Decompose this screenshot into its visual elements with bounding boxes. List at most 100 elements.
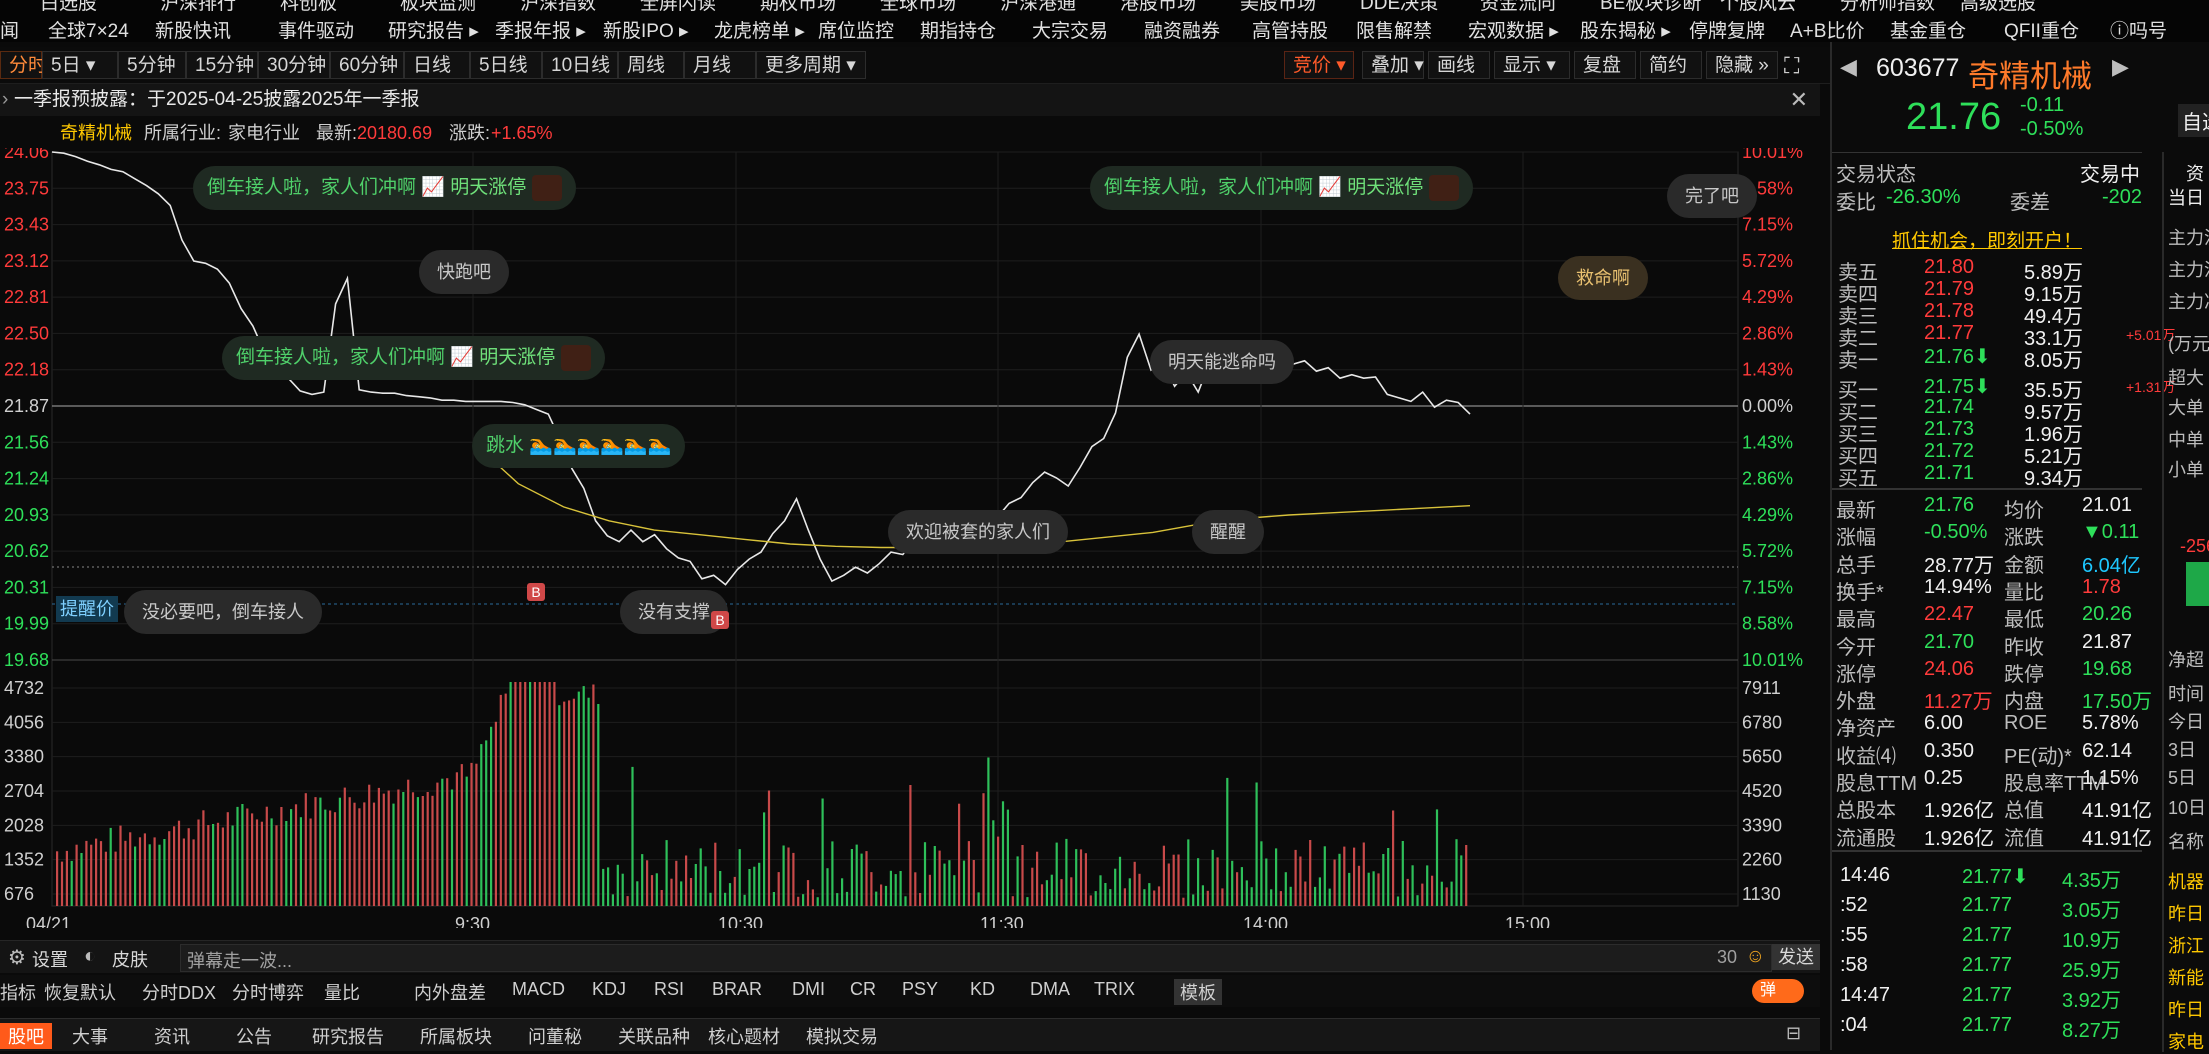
nav-top-item[interactable]: 高级选股 xyxy=(1960,0,2036,15)
indicator-tab[interactable]: PSY xyxy=(902,979,938,1000)
nav-top-item[interactable]: 科创板 xyxy=(280,0,337,15)
nav-top-item[interactable]: 沪深指数 xyxy=(520,0,596,15)
indicator-tab[interactable]: KD xyxy=(970,979,995,1000)
nav-item[interactable]: QFII重仓 xyxy=(2004,16,2079,42)
nav-item[interactable]: 龙虎榜单 ▸ xyxy=(714,16,805,42)
nav-item[interactable]: 限售解禁 xyxy=(1356,16,1432,42)
expand-icon[interactable]: ⊟ xyxy=(1786,1023,1801,1044)
info-tab[interactable]: 核心题材 xyxy=(708,1023,780,1049)
nav-top-item[interactable]: 期权市场 xyxy=(760,0,836,15)
nav-top-item[interactable]: DDE决策 xyxy=(1360,0,1438,15)
nav-item[interactable]: 季报年报 ▸ xyxy=(495,16,586,42)
nav-top-item[interactable]: 板块监测 xyxy=(400,0,476,15)
emoji-icon[interactable]: ☺ xyxy=(1746,946,1765,968)
next-stock-icon[interactable]: ▶ xyxy=(2112,54,2129,80)
nav-item[interactable]: 高管持股 xyxy=(1252,16,1328,42)
info-tab[interactable]: 所属板块 xyxy=(420,1023,492,1049)
period-tab[interactable]: 月线 xyxy=(684,51,756,79)
indicator-tab[interactable]: TRIX xyxy=(1094,979,1135,1000)
info-tab[interactable]: 研究报告 xyxy=(312,1023,384,1049)
indicator-tab[interactable]: 指标 xyxy=(0,979,36,1005)
indicator-tab[interactable]: BRAR xyxy=(712,979,762,1000)
nav-item[interactable]: 股东揭秘 ▸ xyxy=(1580,16,1671,42)
nav-item[interactable]: 席位监控 xyxy=(818,16,894,42)
nav-item[interactable]: 停牌复牌 xyxy=(1689,16,1765,42)
settings-button[interactable]: 设置 xyxy=(32,946,68,972)
chart-option-button[interactable]: 简约 xyxy=(1640,51,1702,79)
gear-icon[interactable]: ⚙ xyxy=(8,945,26,970)
indicator-tab[interactable]: DMI xyxy=(792,979,825,1000)
remind-price-label[interactable]: 提醒价 xyxy=(56,596,118,622)
skin-button[interactable]: 皮肤 xyxy=(112,946,148,972)
indicator-tab[interactable]: DMA xyxy=(1030,979,1070,1000)
period-tab[interactable]: 周线 xyxy=(618,51,684,79)
buy-marker[interactable]: B xyxy=(527,583,545,601)
indicator-tab[interactable]: 分时DDX xyxy=(142,979,216,1005)
indicator-tab[interactable]: 内外盘差 xyxy=(414,979,486,1005)
indicator-tab[interactable]: MACD xyxy=(512,979,565,1000)
nav-top-item[interactable]: 全屏闪读 xyxy=(640,0,716,15)
nav-item[interactable]: 新股快讯 xyxy=(155,16,231,42)
nav-item[interactable]: 基金重仓 xyxy=(1890,16,1966,42)
chart-option-button[interactable]: 隐藏 » xyxy=(1706,51,1778,79)
nav-top-item[interactable]: 全球市场 xyxy=(880,0,956,15)
nav-item[interactable]: 大宗交易 xyxy=(1032,16,1108,42)
nav-top-item[interactable]: 沪深排行 xyxy=(160,0,236,15)
nav-item[interactable]: 闻 xyxy=(0,16,19,42)
self-select-button[interactable]: 自选 xyxy=(2178,104,2209,137)
period-tab[interactable]: 5分钟 xyxy=(118,51,186,79)
nav-item[interactable]: A+B比价 xyxy=(1790,16,1864,42)
info-tab[interactable]: 关联品种 xyxy=(618,1023,690,1049)
nav-item[interactable]: 研究报告 ▸ xyxy=(388,16,479,42)
period-tab[interactable]: 60分钟 xyxy=(330,51,404,79)
nav-top-item[interactable]: 沪深港通 xyxy=(1000,0,1076,15)
period-tab[interactable]: 15分钟 xyxy=(186,51,258,79)
period-tab[interactable]: 更多周期 ▾ xyxy=(756,51,866,79)
indicator-tab[interactable]: 恢复默认 xyxy=(44,979,116,1005)
nav-item[interactable]: 期指持仓 xyxy=(920,16,996,42)
nav-item[interactable]: 新股IPO ▸ xyxy=(603,16,689,42)
danmu-input[interactable]: 弹幕走一波... 30 ☺ xyxy=(180,944,1772,972)
period-tab[interactable]: 分时 xyxy=(0,51,47,79)
intraday-chart[interactable]: 24.06 10.01% 23.75 8.58% 23.43 7.15% 23.12 5.72… xyxy=(0,148,1820,928)
info-tab[interactable]: 资讯 xyxy=(154,1023,190,1049)
chart-option-button[interactable]: 画线 xyxy=(1428,51,1490,79)
chart-option-button[interactable]: 叠加 ▾ xyxy=(1362,51,1424,79)
indicator-tab[interactable]: 量比 xyxy=(324,979,360,1005)
buy-marker[interactable]: B xyxy=(711,611,729,629)
indicator-tab[interactable]: KDJ xyxy=(592,979,626,1000)
skin-icon[interactable]: ◐ xyxy=(84,945,96,968)
nav-top-item[interactable]: 个股风云 xyxy=(1720,0,1796,15)
nav-top-item[interactable]: BE板块诊断 xyxy=(1600,0,1701,15)
nav-item[interactable]: 融资融券 xyxy=(1144,16,1220,42)
nav-item[interactable]: 事件驱动 xyxy=(278,16,354,42)
open-account-link[interactable]: 抓住机会，即刻开户！ xyxy=(1892,226,2082,253)
indicator-tab[interactable]: 模板 xyxy=(1174,979,1222,1005)
nav-top-item[interactable]: 港股市场 xyxy=(1120,0,1196,15)
period-tab[interactable]: 5日 ▾ xyxy=(42,51,118,79)
info-tab[interactable]: 公告 xyxy=(236,1023,272,1049)
period-tab[interactable]: 5日线 xyxy=(470,51,542,79)
indicator-tab[interactable]: RSI xyxy=(654,979,684,1000)
prev-stock-icon[interactable]: ◀ xyxy=(1840,54,1857,80)
period-tab[interactable]: 日线 xyxy=(404,51,470,79)
nav-top-item[interactable]: 白选股 xyxy=(40,0,97,15)
info-tab[interactable]: 问董秘 xyxy=(528,1023,582,1049)
industry-value[interactable]: 家电行业 xyxy=(228,118,300,148)
danmu-toggle[interactable]: 弹 xyxy=(1752,979,1804,1003)
indicator-tab[interactable]: CR xyxy=(850,979,876,1000)
indicator-tab[interactable]: 分时博弈 xyxy=(232,979,304,1005)
close-icon[interactable]: ✕ xyxy=(1790,84,1808,116)
nav-item[interactable]: 全球7×24 xyxy=(48,16,129,42)
info-tab[interactable]: 模拟交易 xyxy=(806,1023,878,1049)
fullscreen-icon[interactable]: ⛶ xyxy=(1784,53,1799,79)
send-button[interactable]: 发送 xyxy=(1772,944,1820,970)
nav-item[interactable]: 宏观数据 ▸ xyxy=(1468,16,1559,42)
nav-top-item[interactable]: 美股市场 xyxy=(1240,0,1316,15)
chart-option-button[interactable]: 显示 ▾ xyxy=(1494,51,1570,79)
nav-top-item[interactable]: 资金流向 xyxy=(1480,0,1556,15)
chart-option-button[interactable]: 竞价 ▾ xyxy=(1284,51,1354,79)
info-tab[interactable]: 大事 xyxy=(72,1023,108,1049)
nav-top-item[interactable]: 分析师指数 xyxy=(1840,0,1935,15)
chart-option-button[interactable]: 复盘 xyxy=(1574,51,1636,79)
